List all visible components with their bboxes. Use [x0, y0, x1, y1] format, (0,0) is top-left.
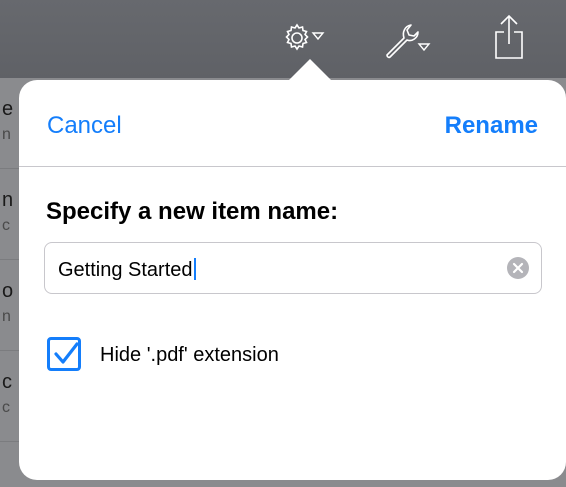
checkmark-icon [54, 342, 79, 364]
hide-extension-label[interactable]: Hide '.pdf' extension [100, 344, 279, 367]
popover-arrow [288, 59, 332, 81]
rename-button[interactable]: Rename [445, 112, 538, 140]
rename-popover: Cancel Rename Specify a new item name: G… [19, 80, 566, 480]
share-icon[interactable] [487, 12, 531, 62]
dialog-heading: Specify a new item name: [46, 198, 339, 225]
cancel-button[interactable]: Cancel [47, 112, 122, 140]
gear-menu-icon[interactable] [280, 18, 330, 62]
popover-nav-bar: Cancel Rename [19, 80, 566, 167]
wrench-menu-icon[interactable] [383, 18, 433, 62]
item-name-field[interactable]: Getting Started [44, 242, 542, 294]
item-name-value: Getting Started [58, 259, 193, 281]
text-caret [193, 258, 196, 280]
clear-text-icon[interactable] [507, 257, 529, 279]
top-toolbar [0, 0, 566, 78]
hide-extension-checkbox[interactable] [47, 337, 81, 371]
